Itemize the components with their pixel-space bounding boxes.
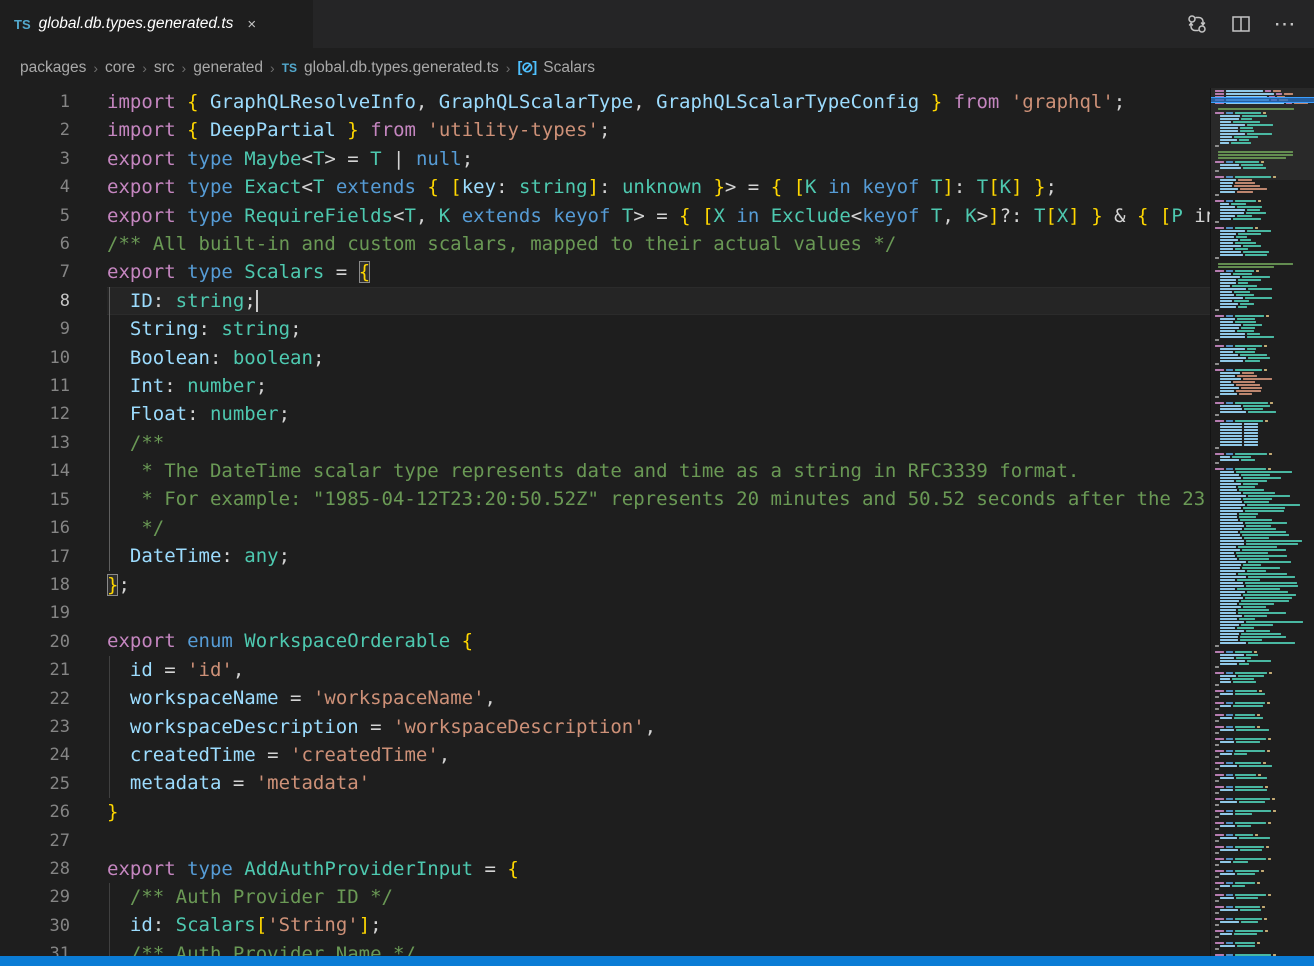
line-number: 12 <box>0 400 70 428</box>
line-number: 4 <box>0 173 70 201</box>
line-number: 8 <box>0 287 70 315</box>
line-number: 18 <box>0 571 70 599</box>
code-line[interactable]: workspaceName = 'workspaceName', <box>107 684 1210 712</box>
type-symbol-icon: [⊘] <box>517 60 536 76</box>
code-line[interactable]: export type Exact<T extends { [key: stri… <box>107 173 1210 201</box>
code-line[interactable]: /** <box>107 429 1210 457</box>
code-line[interactable]: * For example: "1985-04-12T23:20:50.52Z"… <box>107 485 1210 513</box>
code-line[interactable]: } <box>107 798 1210 826</box>
code-line[interactable]: */ <box>107 514 1210 542</box>
line-number: 24 <box>0 741 70 769</box>
line-number: 23 <box>0 713 70 741</box>
code-line[interactable]: metadata = 'metadata' <box>107 769 1210 797</box>
code-line[interactable]: createdTime = 'createdTime', <box>107 741 1210 769</box>
line-number: 31 <box>0 940 70 956</box>
line-number: 3 <box>0 145 70 173</box>
code-line[interactable]: export type Maybe<T> = T | null; <box>107 145 1210 173</box>
status-bar <box>0 956 1314 966</box>
line-number: 13 <box>0 429 70 457</box>
code-line[interactable]: /** Auth Provider ID */ <box>107 883 1210 911</box>
code-line[interactable]: DateTime: any; <box>107 542 1210 570</box>
line-number: 2 <box>0 116 70 144</box>
minimap-cursor-line-highlight <box>1211 97 1314 103</box>
line-number: 6 <box>0 230 70 258</box>
line-number: 28 <box>0 855 70 883</box>
breadcrumb-item-file[interactable]: global.db.types.generated.ts <box>304 59 499 77</box>
tab-bar: TS global.db.types.generated.ts × ⋯ <box>0 0 1314 48</box>
code-line[interactable]: export type Scalars = { <box>107 258 1210 286</box>
code-line[interactable] <box>107 826 1210 854</box>
line-number: 19 <box>0 599 70 627</box>
tab-label: global.db.types.generated.ts <box>39 15 234 33</box>
minimap[interactable] <box>1210 88 1314 956</box>
code-line[interactable]: Int: number; <box>107 372 1210 400</box>
breadcrumb-item-core[interactable]: core <box>105 59 135 77</box>
line-number-gutter: 1234567891011121314151617181920212223242… <box>0 88 107 956</box>
breadcrumb-separator: › <box>506 60 511 76</box>
breadcrumb-item-packages[interactable]: packages <box>20 59 86 77</box>
code-line[interactable]: Float: number; <box>107 400 1210 428</box>
breadcrumb-item-symbol[interactable]: Scalars <box>543 59 595 77</box>
split-editor-icon[interactable] <box>1226 9 1256 39</box>
code-line[interactable]: workspaceDescription = 'workspaceDescrip… <box>107 713 1210 741</box>
line-number: 11 <box>0 372 70 400</box>
line-number: 5 <box>0 202 70 230</box>
compare-changes-icon[interactable] <box>1182 9 1212 39</box>
code-line[interactable]: String: string; <box>107 315 1210 343</box>
line-number: 26 <box>0 798 70 826</box>
code-line[interactable] <box>107 599 1210 627</box>
code-lines[interactable]: import { GraphQLResolveInfo, GraphQLScal… <box>107 88 1210 956</box>
line-number: 17 <box>0 543 70 571</box>
code-line[interactable]: export type AddAuthProviderInput = { <box>107 855 1210 883</box>
tab-global-db-types-generated[interactable]: TS global.db.types.generated.ts × <box>0 0 313 48</box>
line-number: 20 <box>0 628 70 656</box>
minimap-content <box>1215 90 1312 956</box>
code-line[interactable]: export type RequireFields<T, K extends k… <box>107 202 1210 230</box>
editor-actions: ⋯ <box>1182 0 1314 48</box>
code-line[interactable]: import { GraphQLResolveInfo, GraphQLScal… <box>107 88 1210 116</box>
breadcrumb-item-src[interactable]: src <box>154 59 175 77</box>
breadcrumb-separator: › <box>182 60 187 76</box>
code-editor[interactable]: 1234567891011121314151617181920212223242… <box>0 88 1314 956</box>
line-number: 14 <box>0 457 70 485</box>
line-number: 9 <box>0 315 70 343</box>
breadcrumb-separator: › <box>142 60 147 76</box>
code-line[interactable]: /** All built-in and custom scalars, map… <box>107 230 1210 258</box>
line-number: 10 <box>0 344 70 372</box>
code-line[interactable]: export enum WorkspaceOrderable { <box>107 627 1210 655</box>
typescript-file-icon: TS <box>14 17 31 32</box>
breadcrumb-separator: › <box>93 60 98 76</box>
line-number: 16 <box>0 514 70 542</box>
line-number: 27 <box>0 827 70 855</box>
code-line[interactable]: Boolean: boolean; <box>107 344 1210 372</box>
code-line[interactable]: /** Auth Provider Name */ <box>107 940 1210 956</box>
code-line[interactable]: }; <box>107 571 1210 599</box>
code-line[interactable]: * The DateTime scalar type represents da… <box>107 457 1210 485</box>
breadcrumb-item-generated[interactable]: generated <box>193 59 263 77</box>
code-line[interactable]: id = 'id', <box>107 656 1210 684</box>
line-number: 29 <box>0 883 70 911</box>
line-number: 22 <box>0 685 70 713</box>
breadcrumb-separator: › <box>270 60 275 76</box>
text-cursor <box>256 290 258 312</box>
breadcrumb: packages › core › src › generated › TS global.db.… <box>0 48 1314 88</box>
line-number: 21 <box>0 656 70 684</box>
close-icon[interactable]: × <box>247 16 256 33</box>
code-line[interactable]: import { DeepPartial } from 'utility-typ… <box>107 116 1210 144</box>
code-line[interactable]: id: Scalars['String']; <box>107 911 1210 939</box>
line-number: 1 <box>0 88 70 116</box>
code-line[interactable]: ID: string; <box>107 287 1210 315</box>
typescript-file-icon: TS <box>282 61 297 75</box>
more-actions-icon[interactable]: ⋯ <box>1270 9 1300 39</box>
line-number: 15 <box>0 486 70 514</box>
line-number: 7 <box>0 258 70 286</box>
line-number: 30 <box>0 912 70 940</box>
line-number: 25 <box>0 770 70 798</box>
